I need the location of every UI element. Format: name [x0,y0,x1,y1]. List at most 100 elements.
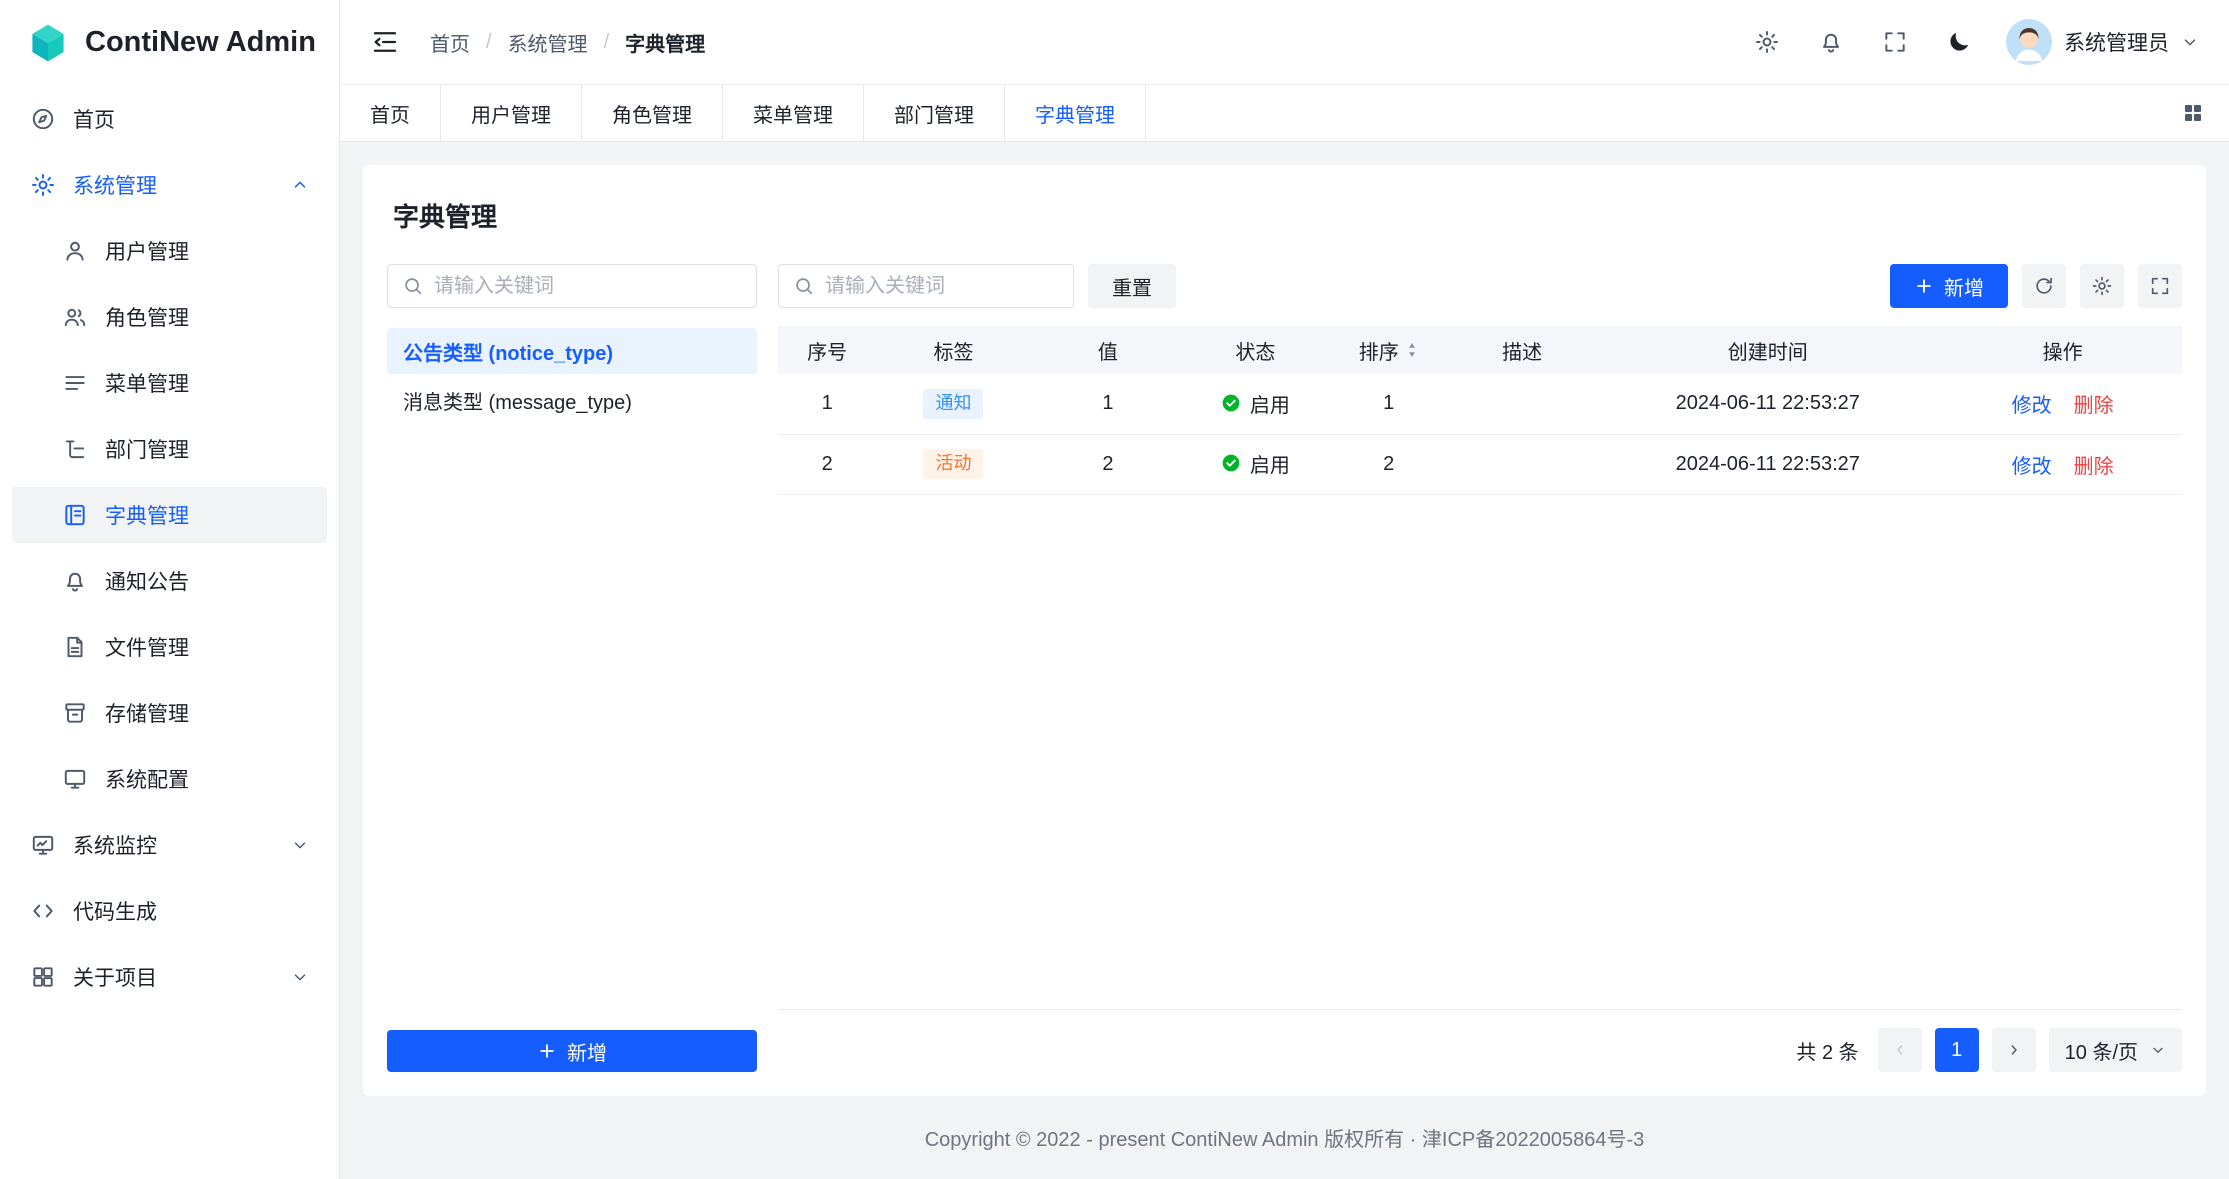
breadcrumb-separator: / [486,31,492,54]
bell-icon [62,568,88,594]
footer-copyright: Copyright © 2022 - present ContiNew Admi… [363,1096,2206,1179]
tab-roles[interactable]: 角色管理 [582,85,723,141]
page-title: 字典管理 [393,197,2182,234]
add-item-label: 新增 [1944,272,1984,301]
sidebar-item-notices[interactable]: 通知公告 [12,553,327,609]
grid-icon [30,964,56,990]
cell-sort: 1 [1326,374,1452,434]
page-1-button[interactable]: 1 [1935,1028,1979,1072]
sidebar-item-departments[interactable]: 部门管理 [12,421,327,477]
sidebar-item-monitor[interactable]: 系统监控 [12,817,327,873]
add-item-button[interactable]: 新增 [1890,264,2008,308]
logo-icon [26,21,70,65]
user-menu[interactable]: 系统管理员 [2006,19,2199,65]
sidebar-submenu-system: 用户管理 角色管理 菜单管理 [12,223,327,807]
breadcrumb-system[interactable]: 系统管理 [508,28,588,57]
sidebar-item-dicts[interactable]: 字典管理 [12,487,327,543]
cell-desc [1452,374,1592,434]
breadcrumb-separator: / [604,31,610,54]
sidebar-item-label: 菜单管理 [105,368,189,398]
sidebar-item-home[interactable]: 首页 [12,91,327,147]
breadcrumb-home[interactable]: 首页 [430,28,470,57]
dict-search [387,264,757,308]
column-header-created: 创建时间 [1592,326,1943,374]
refresh-icon-button[interactable] [2022,264,2066,308]
item-search-input[interactable] [825,275,1059,298]
dict-item-notice-type[interactable]: 公告类型 (notice_type) [387,328,757,374]
sidebar-item-codegen[interactable]: 代码生成 [12,883,327,939]
sidebar-item-label: 代码生成 [73,896,157,926]
dict-item-message-type[interactable]: 消息类型 (message_type) [387,377,757,423]
main-area: 首页 / 系统管理 / 字典管理 [340,0,2229,1179]
dict-items-table: 序号 标签 值 状态 排序 [778,326,2182,1010]
check-circle-icon [1221,453,1241,473]
chevron-down-icon [291,968,309,986]
monitor-icon [62,766,88,792]
sidebar-item-label: 首页 [73,104,115,134]
breadcrumb-current: 字典管理 [625,28,705,57]
sort-carets-icon[interactable] [1405,342,1419,358]
sidebar-item-config[interactable]: 系统配置 [12,751,327,807]
sidebar-collapse-button[interactable] [366,23,404,61]
tab-users[interactable]: 用户管理 [441,85,582,141]
cell-created: 2024-06-11 22:53:27 [1592,434,1943,494]
delete-link[interactable]: 删除 [2074,395,2114,417]
column-header-sort: 排序 [1326,326,1452,374]
tab-dicts[interactable]: 字典管理 [1005,85,1146,141]
sidebar-item-label: 系统监控 [73,830,157,860]
edit-link[interactable]: 修改 [2012,456,2052,478]
bell-icon[interactable] [1814,25,1848,59]
gear-icon [30,172,56,198]
tab-departments[interactable]: 部门管理 [864,85,1005,141]
dark-mode-icon[interactable] [1942,25,1976,59]
edit-link[interactable]: 修改 [2012,395,2052,417]
sidebar-item-users[interactable]: 用户管理 [12,223,327,279]
sidebar-item-roles[interactable]: 角色管理 [12,289,327,345]
delete-link[interactable]: 删除 [2074,456,2114,478]
table-row: 1 通知 1 启用 [778,374,2182,434]
sidebar-item-label: 关于项目 [73,962,157,992]
sidebar-item-about[interactable]: 关于项目 [12,949,327,1005]
reset-button[interactable]: 重置 [1088,264,1176,308]
column-header-desc: 描述 [1452,326,1592,374]
dict-data-panel: 重置 新增 [778,264,2182,1072]
book-icon [62,502,88,528]
monitor-chart-icon [30,832,56,858]
sidebar: ContiNew Admin 首页 系统管理 [0,0,340,1179]
cell-status: 启用 [1185,374,1325,434]
sidebar-item-files[interactable]: 文件管理 [12,619,327,675]
app-title: ContiNew Admin [85,26,316,59]
dict-type-panel: 公告类型 (notice_type) 消息类型 (message_type) 新… [387,264,757,1072]
tab-home[interactable]: 首页 [340,85,441,141]
user-name: 系统管理员 [2064,27,2169,57]
sidebar-item-label: 系统配置 [105,764,189,794]
prev-page-button[interactable] [1878,1028,1922,1072]
next-page-button[interactable] [1992,1028,2036,1072]
column-settings-icon-button[interactable] [2080,264,2124,308]
tag-badge: 活动 [923,449,983,479]
dict-card: 字典管理 公告类型 (notice_type) 消息类型 (message_t [363,165,2206,1096]
sidebar-item-system[interactable]: 系统管理 [12,157,327,213]
fullscreen-icon[interactable] [1878,25,1912,59]
tab-actions-grid-icon[interactable] [2157,85,2229,141]
dict-search-input[interactable] [434,275,742,298]
cell-tag: 活动 [876,434,1030,494]
item-search [778,264,1074,308]
sidebar-item-storage[interactable]: 存储管理 [12,685,327,741]
cell-actions: 修改删除 [1943,374,2182,434]
column-header-value: 值 [1031,326,1185,374]
chevron-down-icon [2150,1042,2166,1058]
app-logo[interactable]: ContiNew Admin [0,0,339,85]
sidebar-item-label: 存储管理 [105,698,189,728]
tab-menus[interactable]: 菜单管理 [723,85,864,141]
settings-icon[interactable] [1750,25,1784,59]
page-size-select[interactable]: 10 条/页 [2049,1028,2182,1072]
tab-bar: 首页 用户管理 角色管理 菜单管理 部门管理 字典管理 [340,85,2229,142]
cell-status: 启用 [1185,434,1325,494]
chevron-down-icon [2181,33,2199,51]
sidebar-item-menus[interactable]: 菜单管理 [12,355,327,411]
add-dict-type-button[interactable]: 新增 [387,1030,757,1072]
table-fullscreen-icon-button[interactable] [2138,264,2182,308]
file-icon [62,634,88,660]
column-header-sort-label: 排序 [1359,336,1399,365]
